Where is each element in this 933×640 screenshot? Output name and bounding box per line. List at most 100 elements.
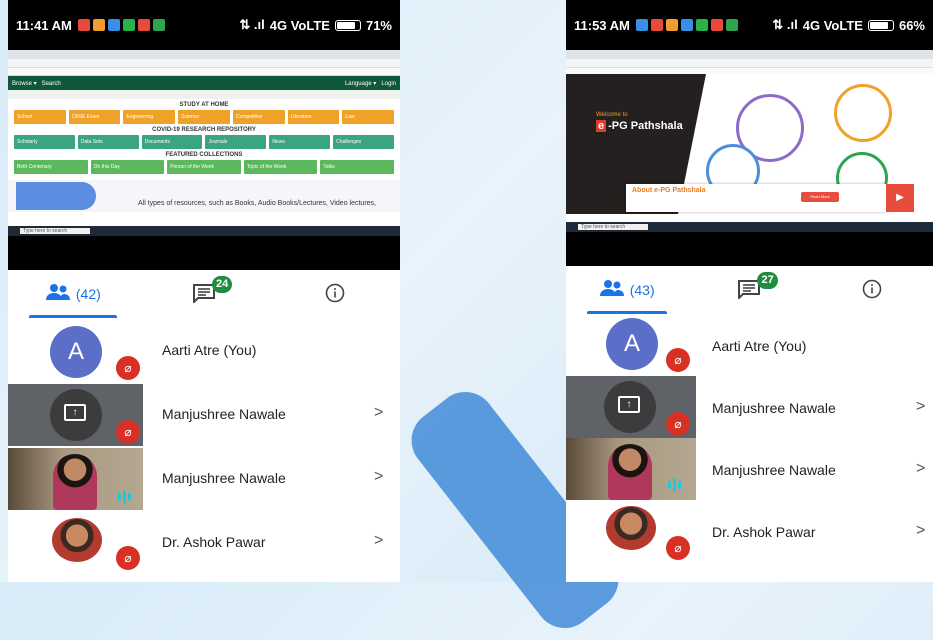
participant-name: Dr. Ashok Pawar [162,534,266,550]
windows-taskbar: Type here to search [566,222,933,232]
mic-off-icon: ⌀ [666,412,690,436]
tile[interactable]: Person of the Week [167,160,241,174]
hero-title-rest: -PG Pathshala [608,120,683,132]
tile[interactable]: Topic of the Week [243,160,318,174]
participant-name: Manjushree Nawale [712,462,836,478]
chevron-right-icon[interactable]: > [374,404,383,422]
browser-window: Browse ▾ Search Language ▾ Login STUDY AT… [8,50,400,236]
participant-name: Aarti Atre (You) [712,338,807,354]
notification-icon [650,19,663,31]
tile[interactable]: Challenges [333,135,394,149]
participant-name: Manjushree Nawale [162,470,286,486]
participant-video-person [53,454,97,510]
hero-welcome: Welcome to [596,112,628,118]
participant-name: Dr. Ashok Pawar [712,524,816,540]
chevron-right-icon[interactable]: > [916,460,925,478]
people-icon [599,279,624,301]
present-screen-icon: ↑ [618,396,640,413]
tile[interactable]: Competitive [232,110,285,124]
tab-info[interactable] [269,270,400,318]
chevron-right-icon[interactable]: > [374,468,383,486]
participant-video-person [608,444,652,500]
participants-list: A ⌀ Aarti Atre (You) ↑ ⌀ Manjushree Nawa… [566,314,933,582]
present-screen-icon: ↑ [64,404,86,421]
address-bar [8,59,400,68]
mic-off-icon: ⌀ [666,348,690,372]
chevron-right-icon[interactable]: > [916,398,925,416]
tile[interactable]: Literature [287,110,340,124]
meet-tab-bar: (43) 27 [566,266,933,314]
notification-icon [635,19,648,31]
participant-row[interactable]: A ⌀ Aarti Atre (You) [8,320,400,382]
about-card: About e-PG Pathshala Read More ▶ [626,184,914,212]
participant-name: Manjushree Nawale [712,400,836,416]
about-title: About e-PG Pathshala [632,187,706,194]
participant-row[interactable]: ⌀ Dr. Ashok Pawar > [8,512,400,574]
section-title-featured: FEATURED COLLECTIONS [165,152,243,158]
taskbar-search: Type here to search [20,228,90,234]
browser-tabs [566,50,933,59]
shared-screen: Browse ▾ Search Language ▾ Login STUDY AT… [8,50,400,270]
avatar: A [50,326,102,378]
section-title-covid: COVID-19 RESEARCH REPOSITORY [152,127,256,133]
browser-tabs [8,50,400,59]
tile[interactable]: Science [178,110,230,124]
speaking-indicator-icon [118,490,131,504]
tile[interactable]: Documents [141,135,203,149]
tile[interactable]: Scholarly [14,135,75,149]
bookmarks-bar [8,68,400,76]
mic-off-icon: ⌀ [116,420,140,444]
epg-pathshala-page: Welcome to e -PG Pathshala About e-PG Pat… [566,74,933,214]
tile[interactable]: On this Day [90,160,165,174]
network-label: 4G VoLTE [269,17,330,33]
play-icon[interactable]: ▶ [886,184,914,212]
presenting-tile: ↑ [50,389,102,441]
tile[interactable]: School [14,110,66,124]
people-icon [45,283,70,305]
participant-row[interactable]: Manjushree Nawale > [566,438,933,500]
tile[interactable]: CBSE Exam [68,110,121,124]
right-phone-screenshot: 11:53 AM ⇅ .ıl 4G VoLTE 66% Welcome to e… [566,0,933,582]
participant-row[interactable]: A ⌀ Aarti Atre (You) [566,314,933,376]
hero-illustration [16,182,96,210]
participant-row[interactable]: ↑ ⌀ Manjushree Nawale > [566,376,933,438]
status-time: 11:41 AM [16,17,72,33]
notification-icon [137,19,150,31]
read-more-button[interactable]: Read More [801,192,839,202]
chevron-right-icon[interactable]: > [374,532,383,550]
chevron-right-icon[interactable]: > [916,522,925,540]
participants-list: A ⌀ Aarti Atre (You) ↑ ⌀ Manjushree Nawa… [8,320,400,582]
participant-row[interactable]: ⌀ Dr. Ashok Pawar > [566,500,933,562]
site-subheader [8,90,400,99]
tab-people[interactable]: (43) [566,266,688,314]
mic-off-icon: ⌀ [116,546,140,570]
notification-icon [122,19,135,31]
notification-icon [680,19,693,31]
participant-name: Manjushree Nawale [162,406,286,422]
tile[interactable]: Journals [205,135,267,149]
status-bar: 11:53 AM ⇅ .ıl 4G VoLTE 66% [566,0,933,50]
mic-off-icon: ⌀ [116,356,140,380]
tile[interactable]: Law [342,110,395,124]
tile[interactable]: Talks [320,160,394,174]
tab-people[interactable]: (42) [8,270,139,318]
tab-chat[interactable]: 24 [139,270,270,318]
tab-chat[interactable]: 27 [688,266,810,314]
participant-row[interactable]: ↑ ⌀ Manjushree Nawale > [8,384,400,446]
people-count: (42) [75,286,101,302]
participant-row[interactable]: Manjushree Nawale > [8,448,400,510]
notification-icon [710,19,723,31]
tile[interactable]: Birth Centenary [14,160,88,174]
battery-percent: 66% [898,17,925,33]
tab-info[interactable] [811,266,933,314]
active-tab-indicator [29,315,118,318]
tile[interactable]: Engineering [123,110,176,124]
notification-icon [107,19,120,31]
network-label: 4G VoLTE [802,17,863,33]
hero-title-e: e [596,120,607,132]
tile[interactable]: Data Sets [77,135,139,149]
tile[interactable]: News [269,135,331,149]
hero-text: All types of resources, such as Books, A… [138,200,376,207]
status-time: 11:53 AM [574,17,630,33]
signal-icon: ⇅ .ıl [239,17,265,32]
